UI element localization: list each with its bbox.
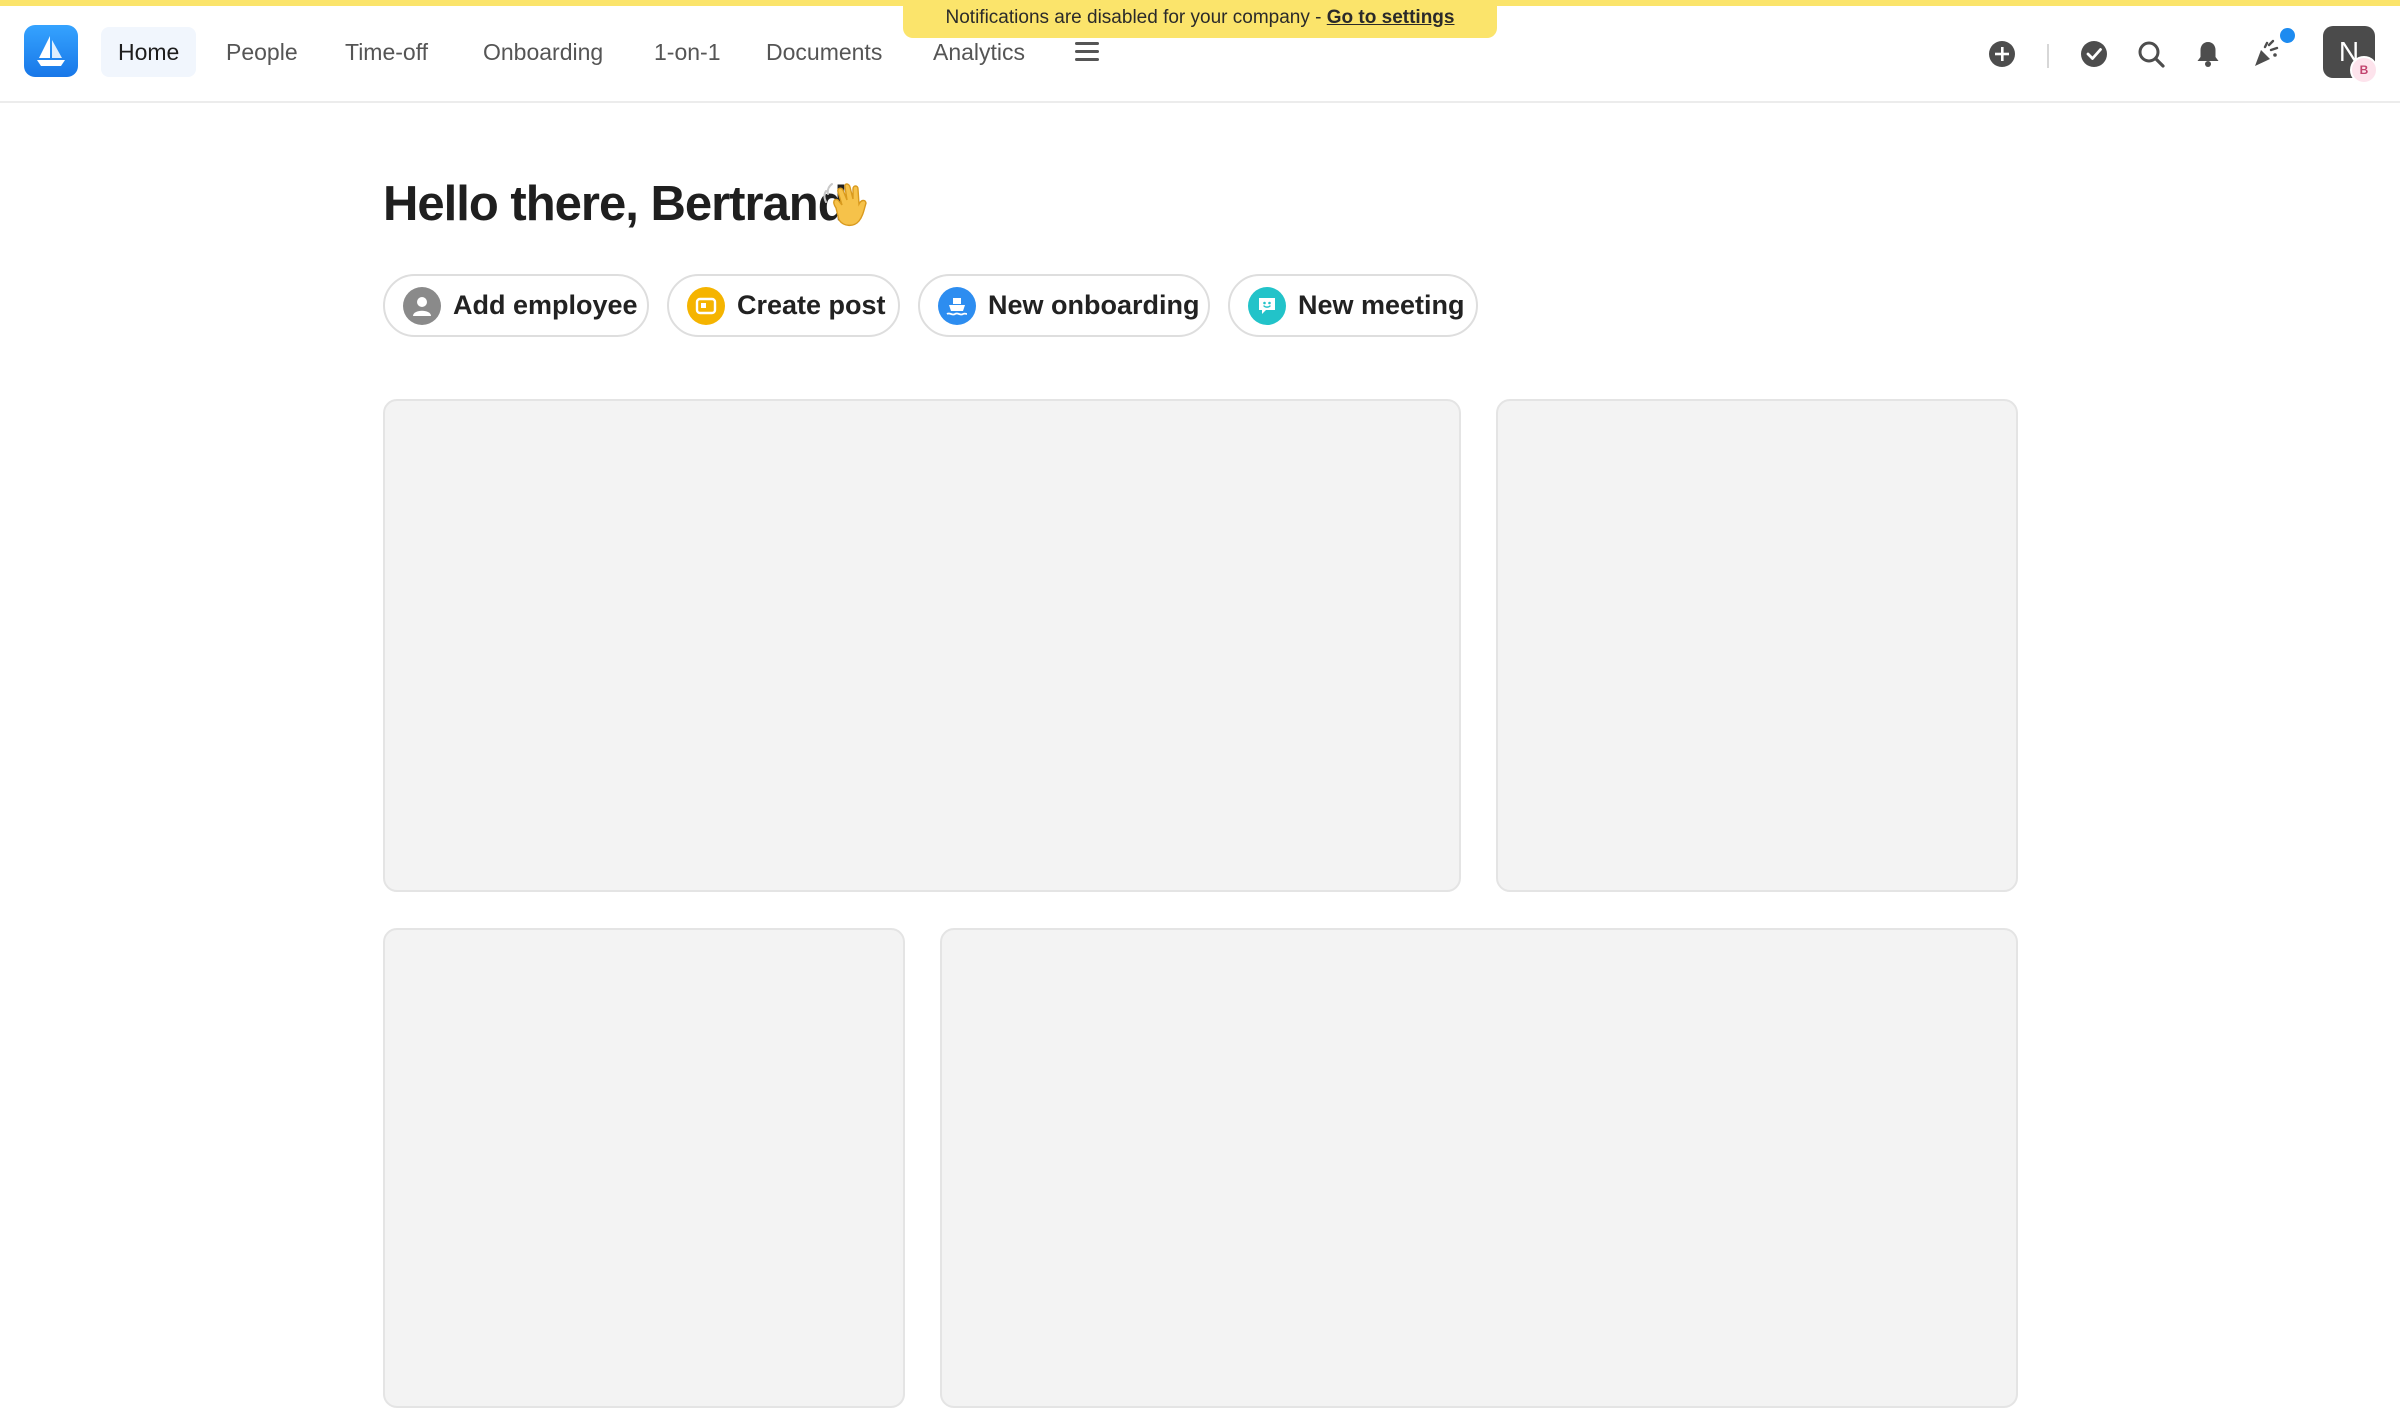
banner-text: Notifications are disabled for your comp… [945,7,1327,28]
nav-tab-home[interactable]: Home [101,27,197,77]
plus-circle-icon[interactable] [1987,39,2017,69]
waving-hand-icon [822,178,876,232]
nav-tab-documents[interactable]: Documents [749,27,899,77]
go-to-settings-link[interactable]: Go to settings [1327,7,1455,28]
nav-tab-people[interactable]: People [209,27,315,77]
check-circle-icon[interactable] [2079,39,2109,69]
onboarding-boat-icon [938,286,976,325]
add-employee-button[interactable]: Add employee [383,274,649,337]
toolbar-divider [2047,44,2049,68]
add-employee-label: Add employee [453,290,638,320]
unread-indicator-dot [2280,28,2295,43]
hamburger-icon[interactable] [1075,42,1099,62]
new-meeting-button[interactable]: New meeting [1228,274,1478,337]
create-post-button[interactable]: Create post [667,274,900,337]
app-logo[interactable] [24,25,78,77]
new-meeting-label: New meeting [1298,290,1465,320]
user-badge: B [2350,56,2378,84]
create-post-label: Create post [737,290,886,320]
new-onboarding-label: New onboarding [988,290,1200,320]
search-icon[interactable] [2136,39,2166,69]
chat-face-icon [1248,286,1286,325]
person-icon [403,286,441,325]
nav-tab-onboarding[interactable]: Onboarding [466,27,620,77]
placeholder-card-large-top [383,399,1461,892]
nav-tab-1-on-1[interactable]: 1-on-1 [637,27,737,77]
new-onboarding-button[interactable]: New onboarding [918,274,1210,337]
notifications-disabled-banner: Notifications are disabled for your comp… [903,0,1497,38]
nav-tab-time-off[interactable]: Time-off [328,27,445,77]
placeholder-card-large-bottom [940,928,2018,1408]
post-icon [687,286,725,325]
bell-icon[interactable] [2193,39,2223,69]
placeholder-card-small-top [1496,399,2018,892]
placeholder-card-small-bottom [383,928,905,1408]
party-popper-icon[interactable] [2251,39,2281,69]
page-greeting: Hello there, Bertrand [383,177,848,231]
sailboat-icon [37,36,65,66]
